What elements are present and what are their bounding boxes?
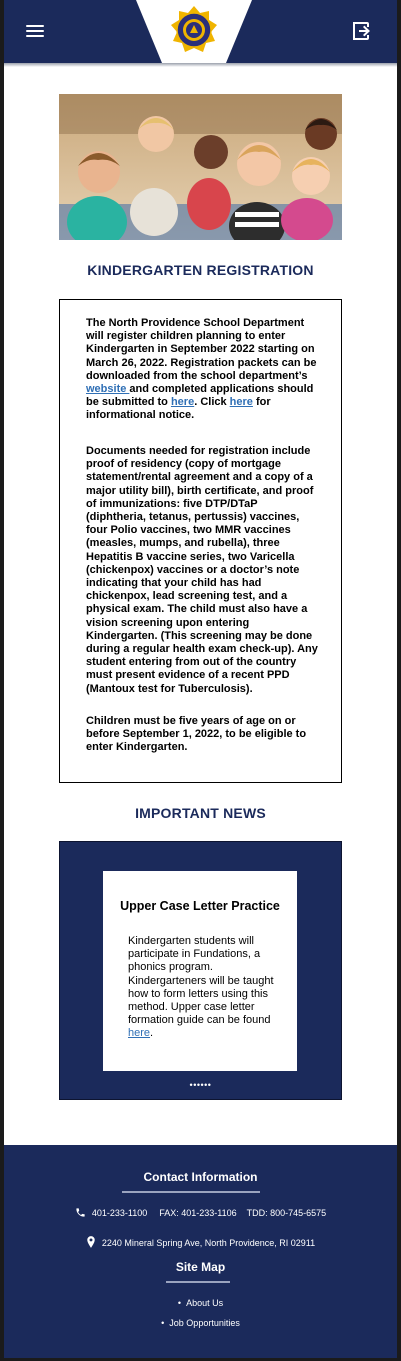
- sign-in-icon[interactable]: [350, 19, 374, 43]
- hamburger-menu-icon[interactable]: [26, 22, 48, 42]
- registration-paragraph-1: The North Providence School Department w…: [86, 317, 317, 422]
- letter-guide-here-link[interactable]: here: [128, 1027, 150, 1039]
- address-line: 2240 Mineral Spring Ave, North Providenc…: [4, 1236, 397, 1248]
- phone-number[interactable]: 401-233-1100: [92, 1208, 147, 1218]
- site-header: [4, 0, 397, 63]
- registration-paragraph-2: Documents needed for registration includ…: [86, 445, 318, 695]
- site-footer: Contact Information 401-233-1100 FAX: 401…: [4, 1145, 397, 1358]
- contact-divider: [122, 1191, 260, 1193]
- website-link[interactable]: website: [86, 383, 129, 395]
- job-opportunities-link[interactable]: Job Opportunities: [4, 1318, 397, 1328]
- tdd-number: TDD: 800-745-6575: [246, 1208, 327, 1218]
- site-map-divider: [166, 1281, 230, 1283]
- header-shadow: [4, 63, 397, 67]
- kindergarten-registration-title: KINDERGARTEN REGISTRATION: [87, 262, 314, 278]
- phone-icon: [76, 1208, 85, 1217]
- contact-information-title: Contact Information: [143, 1170, 258, 1184]
- carousel-pager-dots[interactable]: ••••••: [60, 1080, 341, 1090]
- important-news-title: IMPORTANT NEWS: [135, 805, 266, 821]
- site-map-title: Site Map: [175, 1260, 226, 1274]
- registration-info-box: The North Providence School Department w…: [59, 299, 342, 783]
- fax-number: FAX: 401-233-1106: [159, 1208, 237, 1218]
- address-text[interactable]: 2240 Mineral Spring Ave, North Providenc…: [102, 1238, 315, 1248]
- map-pin-icon: [87, 1236, 95, 1248]
- news-card: Upper Case Letter Practice Kindergarten …: [103, 871, 297, 1071]
- news-card-body: Kindergarten students will participate i…: [128, 935, 274, 1040]
- page: KINDERGARTEN REGISTRATION The North Prov…: [4, 0, 397, 1358]
- school-seal-logo[interactable]: [136, 0, 252, 63]
- hero-image-children: [59, 94, 342, 240]
- registration-age-requirement: Children must be five years of age on or…: [86, 715, 307, 754]
- news-card-title: Upper Case Letter Practice: [120, 899, 280, 913]
- about-us-link[interactable]: About Us: [4, 1298, 397, 1308]
- notice-here-link[interactable]: here: [230, 396, 253, 408]
- contact-numbers-line: 401-233-1100 FAX: 401-233-1106 TDD: 800-74…: [4, 1207, 397, 1218]
- news-carousel: Upper Case Letter Practice Kindergarten …: [59, 841, 342, 1100]
- submit-here-link[interactable]: here: [171, 396, 194, 408]
